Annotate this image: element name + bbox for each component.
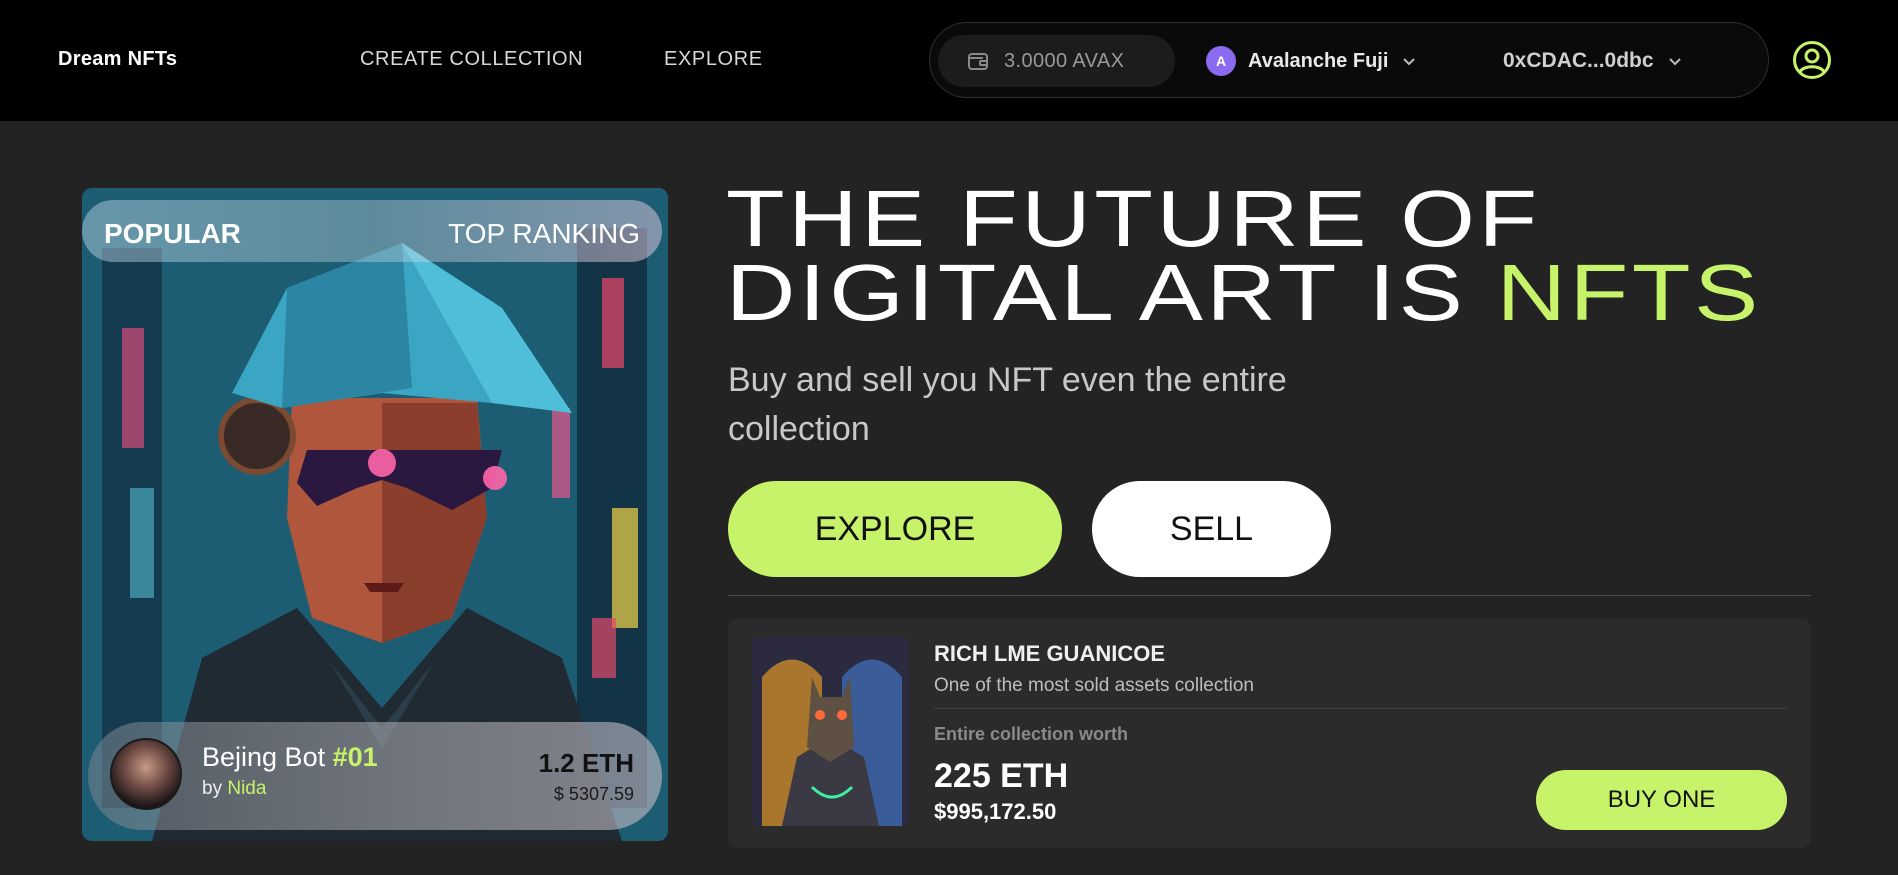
headline-accent: NFTS bbox=[1496, 248, 1762, 337]
card-top-bar: POPULAR TOP RANKING bbox=[82, 200, 662, 262]
nav-explore[interactable]: EXPLORE bbox=[664, 48, 763, 71]
section-divider bbox=[728, 595, 1811, 596]
network-name: Avalanche Fuji bbox=[1248, 49, 1389, 72]
wallet-bar: 3.0000 AVAX A Avalanche Fuji 0xCDAC...0d… bbox=[929, 22, 1769, 98]
popular-tab[interactable]: POPULAR bbox=[104, 218, 241, 250]
nft-name: Bejing Bot bbox=[202, 742, 326, 772]
nav-create-collection[interactable]: CREATE COLLECTION bbox=[360, 48, 583, 71]
creator-name[interactable]: Nida bbox=[227, 778, 266, 799]
collection-divider bbox=[934, 708, 1787, 709]
collection-description: One of the most sold assets collection bbox=[934, 675, 1254, 696]
buy-one-button[interactable]: BUY ONE bbox=[1536, 770, 1787, 830]
collection-worth-eth: 225 ETH bbox=[934, 757, 1069, 795]
creator-avatar[interactable] bbox=[110, 738, 182, 810]
hero-subtitle: Buy and sell you NFT even the entire col… bbox=[728, 361, 1287, 448]
user-circle-icon bbox=[1793, 41, 1831, 79]
wallet-icon bbox=[968, 53, 988, 70]
sell-button[interactable]: SELL bbox=[1092, 481, 1331, 577]
network-selector[interactable]: A Avalanche Fuji bbox=[1206, 45, 1416, 77]
featured-nft-card[interactable]: POPULAR TOP RANKING Bejing Bot #01 by Ni… bbox=[82, 188, 668, 841]
top-nav-bar: Dream NFTs CREATE COLLECTION EXPLORE 3.0… bbox=[0, 0, 1898, 121]
nft-title: Bejing Bot #01 bbox=[202, 742, 378, 773]
chevron-down-icon bbox=[1403, 58, 1416, 66]
collection-thumbnail[interactable] bbox=[752, 637, 909, 826]
nft-number: #01 bbox=[332, 742, 378, 772]
brand-logo[interactable]: Dream NFTs bbox=[58, 48, 177, 71]
account-address: 0xCDAC...0dbc bbox=[1503, 49, 1654, 72]
hero-headline: THE FUTURE OF DIGITAL ART IS NFTS bbox=[726, 179, 1898, 333]
account-selector[interactable]: 0xCDAC...0dbc bbox=[1503, 45, 1682, 77]
avalanche-icon: A bbox=[1206, 46, 1236, 76]
collection-worth-usd: $995,172.50 bbox=[934, 799, 1057, 824]
by-label: by bbox=[202, 778, 223, 799]
collection-panel: RICH LME GUANICOE One of the most sold a… bbox=[728, 619, 1811, 848]
collection-artwork bbox=[752, 637, 909, 826]
collection-worth-label: Entire collection worth bbox=[934, 724, 1129, 744]
top-ranking-tab[interactable]: TOP RANKING bbox=[448, 218, 640, 250]
nft-price-eth: 1.2 ETH bbox=[538, 748, 634, 778]
nft-info-bar: Bejing Bot #01 by Nida 1.2 ETH $ 5307.59 bbox=[88, 722, 662, 830]
balance-pill[interactable]: 3.0000 AVAX bbox=[938, 35, 1175, 87]
nft-price-usd: $ 5307.59 bbox=[553, 784, 634, 804]
headline-line-2: DIGITAL ART IS bbox=[726, 248, 1467, 337]
balance-value: 3.0000 AVAX bbox=[1004, 49, 1125, 72]
explore-button[interactable]: EXPLORE bbox=[728, 481, 1062, 577]
chevron-down-icon bbox=[1668, 58, 1681, 66]
nft-creator-line: by Nida bbox=[202, 778, 266, 800]
collection-title[interactable]: RICH LME GUANICOE bbox=[934, 641, 1165, 667]
profile-button[interactable] bbox=[1792, 40, 1832, 80]
